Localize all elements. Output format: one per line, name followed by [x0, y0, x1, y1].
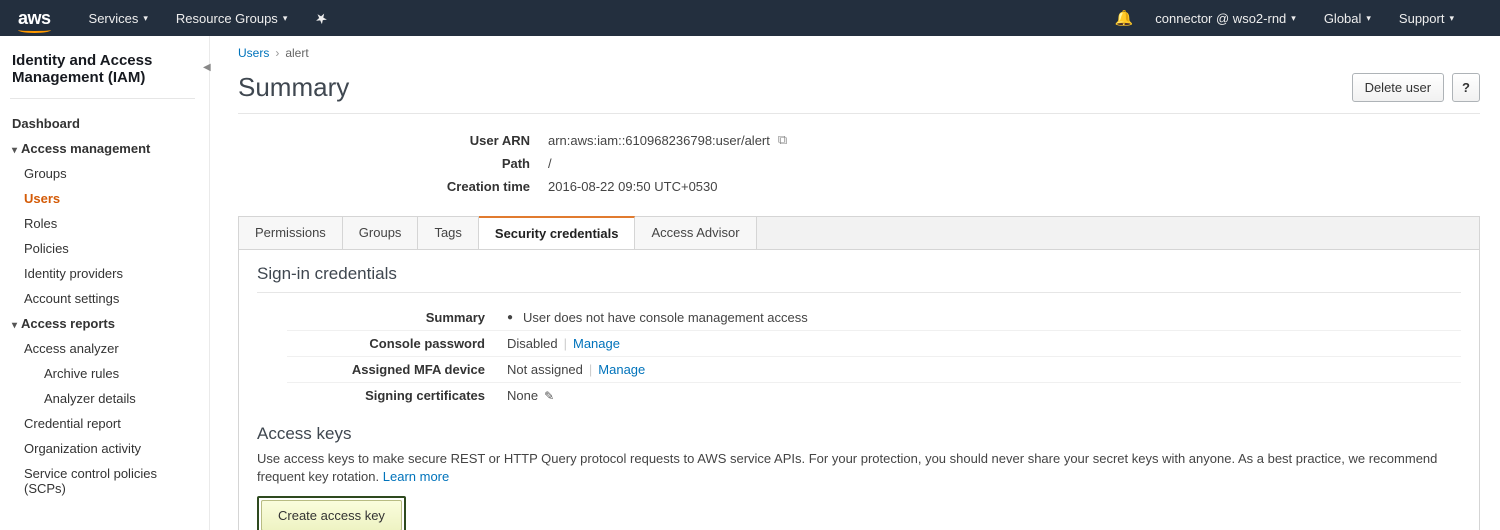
access-keys-heading: Access keys — [257, 424, 1461, 444]
path-value: / — [548, 156, 552, 171]
create-access-key-button[interactable]: Create access key — [261, 500, 402, 530]
chevron-right-icon: › — [275, 46, 279, 60]
aws-logo[interactable]: aws — [18, 8, 51, 29]
delete-user-button[interactable]: Delete user — [1352, 73, 1444, 102]
bullet-icon: ● — [507, 312, 513, 323]
learn-more-link[interactable]: Learn more — [383, 469, 449, 484]
user-attributes: User ARN arn:aws:iam::610968236798:user/… — [398, 128, 1480, 198]
access-keys-description: Use access keys to make secure REST or H… — [257, 450, 1461, 486]
sidebar-item-analyzer-details[interactable]: Analyzer details — [8, 386, 197, 411]
titlebar: Summary Delete user ? — [238, 72, 1480, 114]
main-panel: Users › alert Summary Delete user ? User… — [210, 36, 1500, 530]
sidebar-item-policies[interactable]: Policies — [8, 236, 197, 261]
console-password-label: Console password — [287, 336, 507, 351]
create-access-key-highlight: Create access key — [257, 496, 406, 530]
topbar: aws Services ▾ Resource Groups ▾ ★ 🔔 con… — [0, 0, 1500, 36]
signin-grid: Summary ● User does not have console mana… — [287, 305, 1461, 408]
resource-groups-menu[interactable]: Resource Groups ▾ — [176, 11, 287, 26]
collapse-sidebar-icon[interactable]: ◀ — [203, 62, 215, 74]
signing-cert-label: Signing certificates — [287, 388, 507, 403]
tabpanel-security: Sign-in credentials Summary ● User does n… — [238, 249, 1480, 530]
sidebar-section-access-management[interactable]: Access management — [8, 136, 197, 161]
manage-mfa-link[interactable]: Manage — [598, 362, 645, 377]
breadcrumb: Users › alert — [238, 46, 1480, 60]
chevron-down-icon: ▾ — [143, 13, 148, 24]
sidebar-item-scps[interactable]: Service control policies (SCPs) — [8, 461, 197, 501]
services-menu[interactable]: Services ▾ — [89, 11, 148, 26]
region-label: Global — [1324, 11, 1362, 26]
summary-value: User does not have console management ac… — [523, 310, 808, 325]
pencil-icon[interactable]: ✎ — [544, 389, 554, 403]
sidebar-item-identity-providers[interactable]: Identity providers — [8, 261, 197, 286]
sidebar: Identity and Access Management (IAM) ◀ D… — [0, 36, 210, 530]
bell-icon[interactable]: 🔔 — [1115, 9, 1134, 27]
summary-label: Summary — [287, 310, 507, 325]
account-label: connector @ wso2-rnd — [1155, 11, 1286, 26]
services-label: Services — [89, 11, 139, 26]
sidebar-title: Identity and Access Management (IAM) — [8, 52, 197, 86]
mfa-label: Assigned MFA device — [287, 362, 507, 377]
sidebar-item-dashboard[interactable]: Dashboard — [8, 111, 197, 136]
page-title: Summary — [238, 72, 1352, 103]
chevron-down-icon: ▾ — [1449, 13, 1454, 24]
manage-console-password-link[interactable]: Manage — [573, 336, 620, 351]
chevron-down-icon: ▾ — [1366, 13, 1371, 24]
path-label: Path — [398, 156, 548, 171]
tab-permissions[interactable]: Permissions — [239, 217, 343, 249]
breadcrumb-current: alert — [285, 46, 308, 60]
tab-access-advisor[interactable]: Access Advisor — [635, 217, 756, 249]
tab-groups[interactable]: Groups — [343, 217, 419, 249]
sidebar-item-organization-activity[interactable]: Organization activity — [8, 436, 197, 461]
copy-icon[interactable]: ⧉ — [778, 132, 787, 148]
support-label: Support — [1399, 11, 1445, 26]
sidebar-section-access-reports[interactable]: Access reports — [8, 311, 197, 336]
mfa-value: Not assigned — [507, 362, 583, 377]
signin-heading: Sign-in credentials — [257, 264, 1461, 284]
sidebar-item-groups[interactable]: Groups — [8, 161, 197, 186]
sidebar-item-archive-rules[interactable]: Archive rules — [8, 361, 197, 386]
sidebar-item-credential-report[interactable]: Credential report — [8, 411, 197, 436]
user-arn-label: User ARN — [398, 133, 548, 148]
tabs: Permissions Groups Tags Security credent… — [238, 216, 1480, 249]
sidebar-item-roles[interactable]: Roles — [8, 211, 197, 236]
console-password-value: Disabled — [507, 336, 558, 351]
region-menu[interactable]: Global ▾ — [1324, 11, 1371, 26]
breadcrumb-users-link[interactable]: Users — [238, 46, 269, 60]
signing-cert-value: None — [507, 388, 538, 403]
user-arn-value: arn:aws:iam::610968236798:user/alert — [548, 133, 770, 148]
sidebar-item-account-settings[interactable]: Account settings — [8, 286, 197, 311]
chevron-down-icon: ▾ — [283, 13, 288, 24]
tab-security-credentials[interactable]: Security credentials — [479, 216, 636, 249]
account-menu[interactable]: connector @ wso2-rnd ▾ — [1155, 11, 1296, 26]
creation-time-label: Creation time — [398, 179, 548, 194]
creation-time-value: 2016-08-22 09:50 UTC+0530 — [548, 179, 717, 194]
pin-icon[interactable]: ★ — [312, 7, 331, 28]
resource-groups-label: Resource Groups — [176, 11, 278, 26]
tab-tags[interactable]: Tags — [418, 217, 478, 249]
sidebar-item-access-analyzer[interactable]: Access analyzer — [8, 336, 197, 361]
support-menu[interactable]: Support ▾ — [1399, 11, 1454, 26]
sidebar-item-users[interactable]: Users — [8, 186, 197, 211]
chevron-down-icon: ▾ — [1291, 13, 1296, 24]
help-button[interactable]: ? — [1452, 73, 1480, 102]
